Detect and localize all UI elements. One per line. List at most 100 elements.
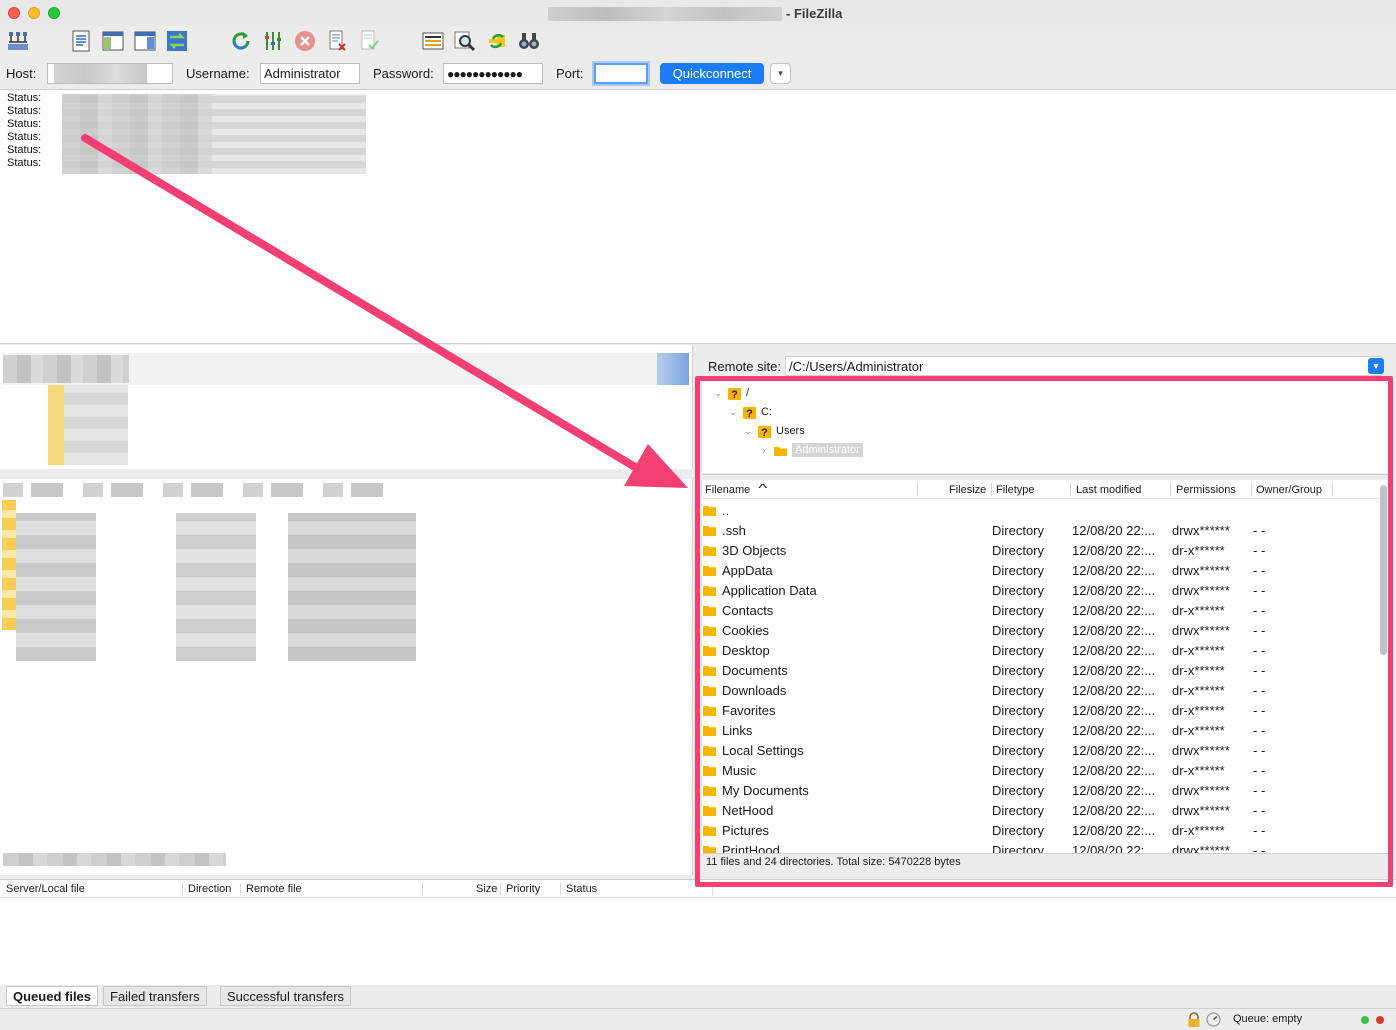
cell-filename: .ssh — [722, 523, 746, 538]
chevron-down-icon[interactable]: ⌄ — [742, 426, 754, 437]
username-input[interactable]: Administrator — [260, 63, 360, 84]
redacted-local-files — [176, 513, 256, 661]
message-log-icon[interactable] — [68, 28, 94, 54]
table-row[interactable]: .ssh Directory 12/08/20 22:... drwx****** - … — [702, 520, 1380, 540]
directory-listing-filter-icon[interactable] — [420, 28, 446, 54]
remote-tree-icon[interactable] — [132, 28, 158, 54]
queue-column-size[interactable]: Size — [476, 883, 497, 895]
folder-icon — [703, 844, 716, 853]
cell-filename: Local Settings — [722, 743, 804, 758]
cell-permissions: dr-x****** — [1172, 643, 1225, 658]
compare-icon[interactable] — [516, 28, 542, 54]
chevron-down-icon[interactable]: ⌄ — [712, 388, 724, 399]
cell-owner-group: - - — [1253, 543, 1266, 558]
column-permissions[interactable]: Permissions — [1176, 484, 1236, 496]
tree-node-users[interactable]: ⌄ ? Users — [742, 422, 805, 440]
cell-permissions: drwx****** — [1172, 623, 1230, 638]
table-row[interactable]: Documents Directory 12/08/20 22:... dr-x***… — [702, 660, 1380, 680]
process-queue-icon[interactable] — [260, 28, 286, 54]
quickconnect-button[interactable]: Quickconnect — [660, 63, 764, 84]
table-row[interactable]: Desktop Directory 12/08/20 22:... dr-x*****… — [702, 640, 1380, 660]
cell-permissions: dr-x****** — [1172, 823, 1225, 838]
cell-permissions: dr-x****** — [1172, 603, 1225, 618]
cell-filetype: Directory — [992, 643, 1045, 658]
remote-scrollbar[interactable] — [1380, 485, 1387, 655]
sync-browsing-icon[interactable] — [484, 28, 510, 54]
table-row[interactable]: Music Directory 12/08/20 22:... dr-x****** -… — [702, 760, 1380, 780]
local-tree-icon[interactable] — [100, 28, 126, 54]
table-row[interactable]: Links Directory 12/08/20 22:... dr-x****** -… — [702, 720, 1380, 740]
minimize-window-button[interactable] — [28, 7, 40, 19]
zoom-window-button[interactable] — [48, 7, 60, 19]
table-row[interactable]: AppData Directory 12/08/20 22:... drwx*****… — [702, 560, 1380, 580]
remote-path-input[interactable]: /C:/Users/Administrator — [785, 356, 1382, 376]
table-row[interactable]: Local Settings Directory 12/08/20 22:... dr… — [702, 740, 1380, 760]
table-row[interactable]: Favorites Directory 12/08/20 22:... dr-x***… — [702, 700, 1380, 720]
column-owner-group[interactable]: Owner/Group — [1256, 484, 1322, 496]
cell-last-modified: 12/08/20 22:... — [1072, 623, 1156, 638]
table-row[interactable]: Cookies Directory 12/08/20 22:... drwx*****… — [702, 620, 1380, 640]
cell-filename: NetHood — [722, 803, 774, 818]
cell-filename: AppData — [722, 563, 773, 578]
column-filesize[interactable]: Filesize — [949, 484, 986, 496]
cell-last-modified: 12/08/20 22:... — [1072, 643, 1156, 658]
tab-successful-transfers[interactable]: Successful transfers — [220, 986, 352, 1006]
queue-column-direction[interactable]: Direction — [188, 883, 231, 895]
transfer-queue[interactable]: Server/Local file Direction Remote file … — [0, 879, 1396, 985]
chevron-right-icon[interactable]: › — [758, 445, 770, 455]
cell-filename: Contacts — [722, 603, 774, 618]
queue-column-remote-file[interactable]: Remote file — [246, 883, 302, 895]
table-row[interactable]: PrintHood Directory 12/08/20 22:... drwx***… — [702, 840, 1380, 853]
column-separator — [560, 883, 561, 895]
cell-permissions: drwx****** — [1172, 843, 1230, 853]
password-input[interactable]: ●●●●●●●●●●●● — [443, 63, 543, 84]
refresh-icon[interactable] — [228, 28, 254, 54]
cancel-icon[interactable] — [292, 28, 318, 54]
table-row[interactable]: Application Data Directory 12/08/20 22:...… — [702, 580, 1380, 600]
tree-node-root[interactable]: ⌄ ? / — [712, 384, 749, 402]
column-last-modified[interactable]: Last modified — [1076, 484, 1141, 496]
cell-permissions: drwx****** — [1172, 563, 1230, 578]
table-row[interactable]: Downloads Directory 12/08/20 22:... dr-x***… — [702, 680, 1380, 700]
reconnect-icon[interactable] — [356, 28, 382, 54]
table-row[interactable]: .. — [702, 500, 1380, 520]
quickconnect-dropdown[interactable]: ▾ — [770, 63, 791, 84]
folder-icon — [703, 504, 716, 516]
search-icon[interactable] — [452, 28, 478, 54]
cell-owner-group: - - — [1253, 603, 1266, 618]
table-row[interactable]: 3D Objects Directory 12/08/20 22:... dr-x**… — [702, 540, 1380, 560]
toolbar — [0, 26, 1396, 58]
queue-column-priority[interactable]: Priority — [506, 883, 540, 895]
disconnect-icon[interactable] — [324, 28, 350, 54]
tree-node-administrator[interactable]: › Administrator — [758, 441, 863, 459]
cell-permissions: dr-x****** — [1172, 763, 1225, 778]
queue-column-server-local-file[interactable]: Server/Local file — [6, 883, 85, 895]
message-log[interactable]: Status: Status: Status: Status: Status: … — [0, 89, 1396, 344]
chevron-down-icon[interactable]: ⌄ — [727, 407, 739, 418]
table-row[interactable]: Pictures Directory 12/08/20 22:... dr-x****… — [702, 820, 1380, 840]
cell-filename: Favorites — [722, 703, 776, 718]
tree-node-c[interactable]: ⌄ ? C: — [727, 403, 772, 421]
remote-path-dropdown-icon[interactable]: ▼ — [1368, 358, 1384, 374]
port-input[interactable] — [594, 63, 648, 84]
column-filename[interactable]: Filename — [705, 484, 750, 496]
site-manager-icon[interactable] — [5, 28, 31, 54]
column-filetype[interactable]: Filetype — [996, 484, 1035, 496]
tree-node-label: / — [746, 387, 750, 399]
table-row[interactable]: Contacts Directory 12/08/20 22:... dr-x****… — [702, 600, 1380, 620]
username-label: Username: — [186, 66, 250, 81]
cell-last-modified: 12/08/20 22:... — [1072, 543, 1156, 558]
speed-limit-icon[interactable] — [1206, 1012, 1221, 1030]
remote-file-list[interactable]: Filename ^ Filesize Filetype Last modifi… — [702, 480, 1388, 853]
tab-failed-transfers[interactable]: Failed transfers — [103, 986, 207, 1006]
cell-filetype: Directory — [992, 523, 1045, 538]
queue-column-status[interactable]: Status — [566, 883, 597, 895]
folder-icon — [703, 744, 716, 756]
host-input[interactable] — [47, 63, 173, 84]
transfer-queue-icon[interactable] — [164, 28, 190, 54]
tab-queued-files[interactable]: Queued files — [6, 986, 99, 1006]
folder-icon — [703, 784, 716, 796]
table-row[interactable]: NetHood Directory 12/08/20 22:... drwx*****… — [702, 800, 1380, 820]
close-window-button[interactable] — [8, 7, 20, 19]
table-row[interactable]: My Documents Directory 12/08/20 22:... drwx… — [702, 780, 1380, 800]
